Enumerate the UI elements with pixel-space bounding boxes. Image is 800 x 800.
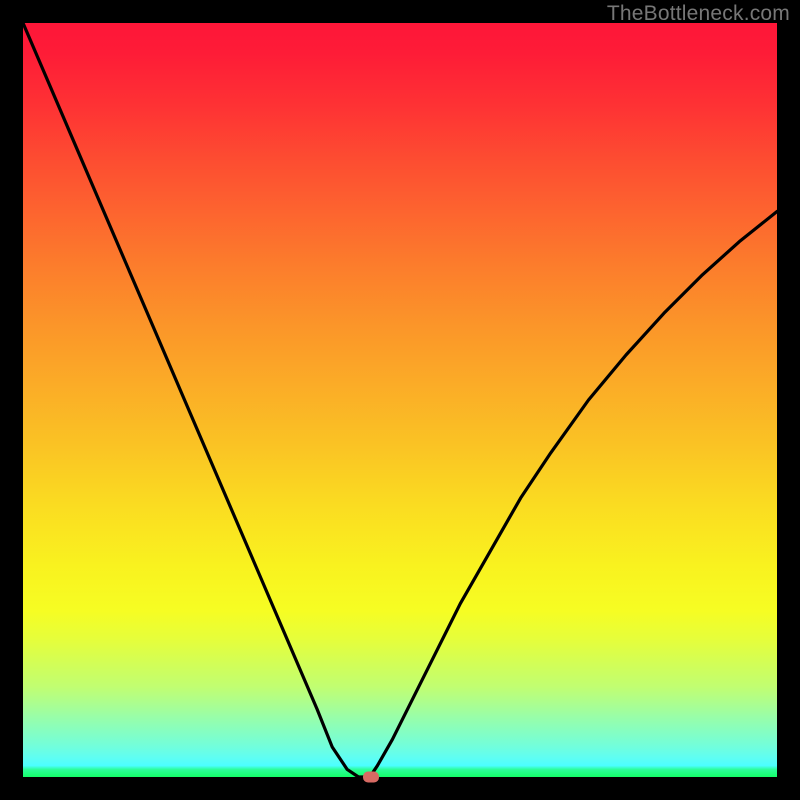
optimum-marker — [363, 772, 379, 783]
chart-frame: TheBottleneck.com — [0, 0, 800, 800]
bottleneck-curve — [23, 23, 777, 777]
watermark-text: TheBottleneck.com — [607, 2, 790, 26]
